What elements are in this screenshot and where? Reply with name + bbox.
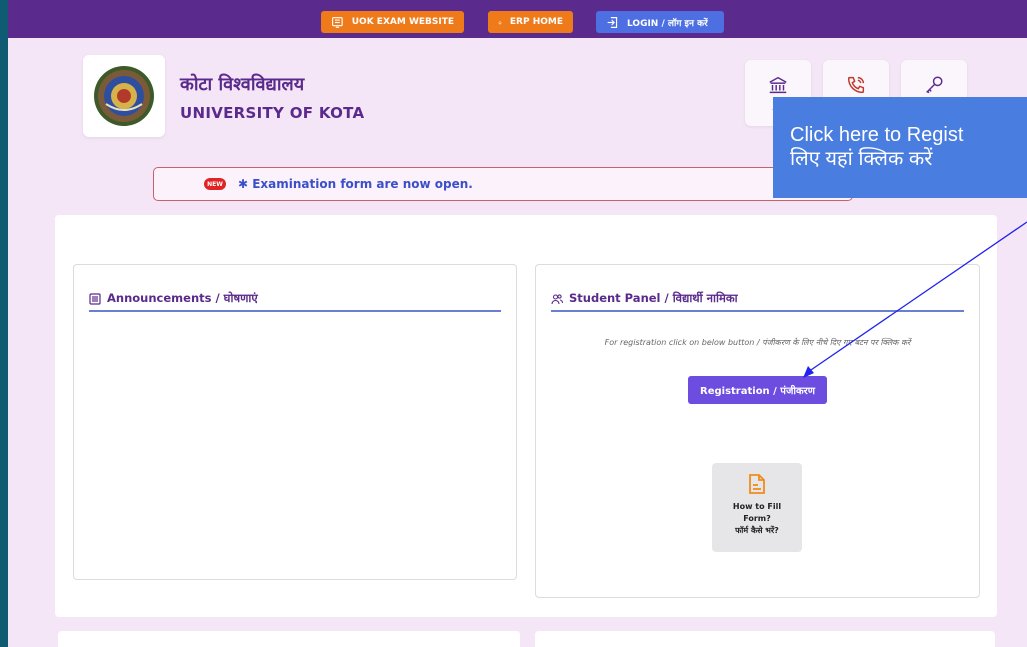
new-badge-icon: NEW <box>204 178 226 190</box>
notice-text[interactable]: ✱ Examination form are now open. <box>238 177 473 191</box>
login-icon <box>607 16 618 28</box>
exam-website-button[interactable]: UOK EXAM WEBSITE <box>321 11 464 33</box>
announcements-title: Announcements / घोषणाएं <box>107 291 258 305</box>
phone-icon <box>847 76 865 94</box>
users-icon <box>551 293 563 304</box>
key-icon <box>926 76 943 94</box>
exam-website-icon <box>332 16 343 28</box>
student-panel: Student Panel / विद्यार्थी नामिका For re… <box>535 264 980 598</box>
bottom-card-left <box>58 631 520 647</box>
registration-hint: For registration click on below button /… <box>604 338 911 347</box>
announcements-divider <box>89 310 501 312</box>
notice-marquee[interactable]: NEW ✱ Examination form are now open. <box>153 167 853 201</box>
page-frame: UOK EXAM WEBSITE ERP HOME LOGIN / लॉग इन… <box>8 0 1027 647</box>
university-name-hindi: कोटा विश्वविद्यालय <box>180 74 305 95</box>
how-to-fill-form-label: How to Fill Form? फॉर्म कैसे भरें? <box>732 502 782 535</box>
student-panel-divider <box>551 310 964 312</box>
university-name-english: UNIVERSITY OF KOTA <box>180 104 365 122</box>
home-icon <box>498 20 502 24</box>
announcements-panel: Announcements / घोषणाएं <box>73 264 517 580</box>
exam-website-label: UOK EXAM WEBSITE <box>351 17 454 27</box>
registration-button[interactable]: Registration / पंजीकरण <box>688 376 827 404</box>
bottom-card-right <box>535 631 995 647</box>
tooltip-line-1: Click here to Regist <box>790 124 964 146</box>
login-button[interactable]: LOGIN / लॉग इन करें <box>596 11 724 33</box>
building-icon <box>769 76 787 94</box>
university-logo[interactable] <box>83 55 165 137</box>
registration-tooltip: Click here to Regist लिए यहां क्लिक करें <box>773 97 1027 198</box>
list-icon <box>89 292 101 305</box>
erp-home-button[interactable]: ERP HOME <box>488 11 573 33</box>
student-panel-title: Student Panel / विद्यार्थी नामिका <box>569 291 738 305</box>
announcements-heading: Announcements / घोषणाएं <box>89 291 258 306</box>
how-to-fill-form-card[interactable]: How to Fill Form? फॉर्म कैसे भरें? <box>712 463 802 552</box>
document-icon <box>749 474 765 494</box>
student-panel-heading: Student Panel / विद्यार्थी नामिका <box>551 291 738 306</box>
top-navbar: UOK EXAM WEBSITE ERP HOME LOGIN / लॉग इन… <box>8 0 1027 38</box>
university-logo-icon <box>94 66 154 126</box>
erp-home-label: ERP HOME <box>509 17 563 27</box>
tooltip-line-2: लिए यहां क्लिक करें <box>790 148 933 170</box>
login-label: LOGIN / लॉग इन करें <box>627 18 708 29</box>
